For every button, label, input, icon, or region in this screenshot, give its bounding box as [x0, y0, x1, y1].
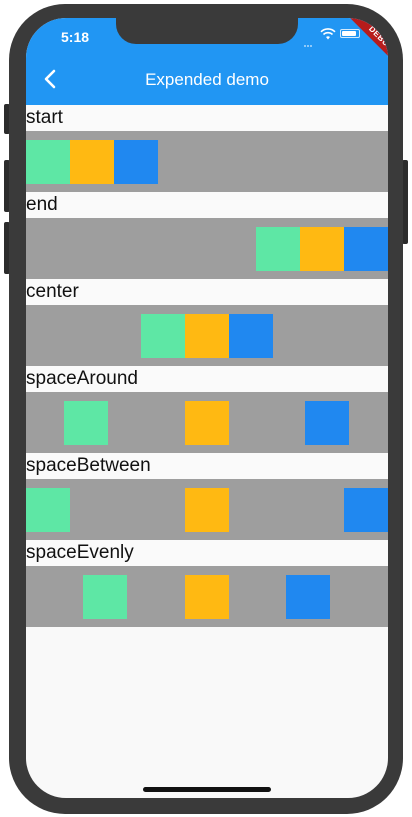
- row-start: [26, 131, 388, 192]
- section-label-center: center: [26, 279, 388, 305]
- green-box: [256, 227, 300, 271]
- status-time: 5:18: [61, 29, 90, 45]
- section-label-space-between: spaceBetween: [26, 453, 388, 479]
- demo-list: start end center spaceAround spaceBetwee: [26, 105, 388, 627]
- app-bar: 5:18 DEBUG Expended demo: [26, 18, 388, 105]
- blue-box: [114, 140, 158, 184]
- green-box: [26, 140, 70, 184]
- amber-box: [185, 488, 229, 532]
- amber-box: [300, 227, 344, 271]
- battery-icon: [340, 29, 360, 38]
- notch: [116, 18, 298, 44]
- page-title: Expended demo: [145, 70, 269, 89]
- debug-banner: DEBUG: [344, 18, 388, 76]
- blue-box: [305, 401, 349, 445]
- amber-box: [185, 314, 229, 358]
- row-end: [26, 218, 388, 279]
- blue-box: [286, 575, 330, 619]
- green-box: [26, 488, 70, 532]
- blue-box: [344, 227, 388, 271]
- row-space-around: [26, 392, 388, 453]
- screen: 5:18 DEBUG Expended demo start end cente…: [26, 18, 388, 798]
- section-label-space-around: spaceAround: [26, 366, 388, 392]
- home-indicator[interactable]: [143, 787, 271, 792]
- section-label-end: end: [26, 192, 388, 218]
- amber-box: [185, 401, 229, 445]
- row-space-between: [26, 479, 388, 540]
- amber-box: [185, 575, 229, 619]
- wifi-icon: [320, 28, 336, 40]
- blue-box: [344, 488, 388, 532]
- row-space-evenly: [26, 566, 388, 627]
- blue-box: [229, 314, 273, 358]
- signal-icon: [304, 34, 316, 47]
- section-label-space-evenly: spaceEvenly: [26, 540, 388, 566]
- section-label-start: start: [26, 105, 388, 131]
- green-box: [141, 314, 185, 358]
- green-box: [83, 575, 127, 619]
- amber-box: [70, 140, 114, 184]
- row-center: [26, 305, 388, 366]
- green-box: [64, 401, 108, 445]
